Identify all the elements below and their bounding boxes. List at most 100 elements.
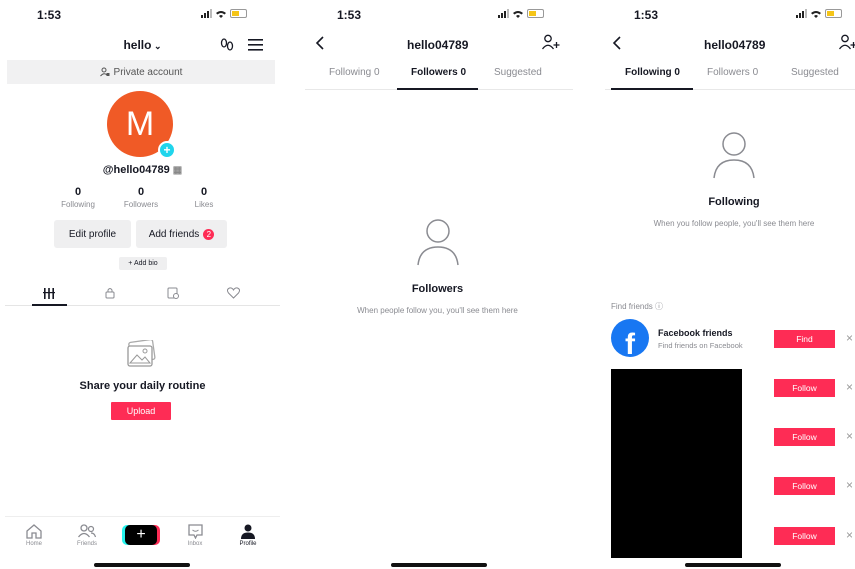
close-icon[interactable]: ×	[846, 380, 853, 394]
wifi-icon	[513, 10, 523, 18]
empty-state-subtitle: When you follow people, you'll see them …	[653, 219, 815, 228]
battery-icon	[527, 9, 544, 18]
tab-followers[interactable]: Followers 0	[411, 67, 466, 78]
repost-icon	[167, 287, 179, 299]
empty-state-subtitle: When people follow you, you'll see them …	[357, 306, 518, 315]
stat-followers[interactable]: 0 Followers	[111, 186, 171, 209]
facebook-icon: f	[611, 319, 649, 357]
nav-label: Home	[25, 541, 42, 547]
close-icon[interactable]: ×	[846, 528, 853, 542]
username-label: @hello04789	[102, 164, 170, 176]
tab-indicator	[32, 304, 67, 306]
home-indicator	[391, 563, 487, 567]
find-friends-header: Find friends ⓘ	[611, 301, 663, 312]
add-user-button[interactable]	[542, 34, 560, 50]
profile-screen: 1:53 hello ⌄ Private account M + @hello0…	[5, 0, 280, 569]
back-button[interactable]	[612, 36, 621, 55]
profile-icon	[241, 524, 255, 539]
stat-value: 0	[137, 186, 145, 198]
facebook-friends-subtitle: Find friends on Facebook	[658, 341, 743, 350]
chevron-left-icon	[612, 36, 621, 50]
follow-button[interactable]: Follow	[774, 527, 835, 545]
stat-following[interactable]: 0 Following	[48, 186, 108, 209]
stat-value: 0	[74, 186, 82, 198]
follow-button[interactable]: Follow	[774, 379, 835, 397]
nav-label: Profile	[239, 541, 257, 547]
battery-icon	[230, 9, 247, 18]
chevron-down-icon: ⌄	[151, 41, 162, 51]
following-screen: 1:53 hello04789 Following 0 Followers 0 …	[605, 0, 855, 569]
status-icons	[498, 9, 544, 18]
status-time: 1:53	[37, 8, 62, 22]
footprint-icon[interactable]	[219, 37, 235, 53]
create-button[interactable]: +	[125, 525, 157, 545]
tab-indicator	[611, 88, 693, 90]
notification-badge: 2	[203, 228, 215, 240]
upload-button[interactable]: Upload	[111, 402, 171, 420]
nav-label: Friends	[76, 541, 97, 547]
tab-liked[interactable]	[216, 284, 250, 302]
status-time: 1:53	[634, 8, 659, 22]
friends-icon	[78, 524, 96, 538]
nav-inbox[interactable]: Inbox	[175, 521, 215, 547]
add-bio-button[interactable]: + Add bio	[119, 257, 167, 270]
tab-followers[interactable]: Followers 0	[707, 67, 758, 78]
back-button[interactable]	[315, 36, 324, 55]
person-icon	[713, 132, 755, 179]
status-time: 1:53	[337, 8, 362, 22]
signal-icon	[201, 9, 212, 18]
tab-suggested[interactable]: Suggested	[791, 67, 839, 78]
status-icons	[796, 9, 842, 18]
home-indicator	[685, 563, 781, 567]
tab-videos[interactable]	[32, 284, 66, 302]
find-friends-label: Find friends	[611, 302, 653, 311]
home-indicator	[94, 563, 190, 567]
redacted-suggestions	[611, 369, 742, 558]
edit-profile-button[interactable]: Edit profile	[54, 220, 131, 248]
empty-state-title: Share your daily routine	[79, 380, 206, 392]
username: @hello04789 ▦	[5, 164, 280, 176]
follow-button[interactable]: Follow	[774, 428, 835, 446]
stat-likes[interactable]: 0 Likes	[174, 186, 234, 209]
nav-friends[interactable]: Friends	[67, 521, 107, 547]
tab-reposts[interactable]	[156, 284, 190, 302]
facebook-friends-title: Facebook friends	[658, 328, 733, 338]
empty-state-title: Followers	[411, 283, 464, 295]
lock-icon	[105, 288, 115, 299]
add-photo-button[interactable]: +	[158, 141, 176, 159]
close-icon[interactable]: ×	[846, 331, 853, 345]
home-icon	[26, 523, 42, 539]
nav-profile[interactable]: Profile	[228, 521, 268, 547]
tab-suggested[interactable]: Suggested	[494, 67, 542, 78]
find-button[interactable]: Find	[774, 330, 835, 348]
photos-icon	[127, 340, 156, 367]
add-user-button[interactable]	[839, 34, 855, 50]
info-icon[interactable]: ⓘ	[655, 302, 663, 311]
tab-following[interactable]: Following 0	[625, 67, 680, 78]
battery-icon	[825, 9, 842, 18]
page-title: hello04789	[407, 38, 469, 52]
stat-label: Followers	[123, 200, 159, 209]
add-friends-label: Add friends	[148, 228, 200, 240]
follow-button[interactable]: Follow	[774, 477, 835, 495]
private-account-label: Private account	[113, 66, 183, 78]
private-account-banner: Private account	[7, 60, 275, 84]
tab-private[interactable]	[93, 284, 127, 302]
tab-following[interactable]: Following 0	[329, 67, 380, 78]
account-name: hello	[123, 38, 152, 52]
nav-home[interactable]: Home	[14, 521, 54, 547]
signal-icon	[796, 9, 807, 18]
add-friends-button[interactable]: Add friends 2	[136, 220, 227, 248]
page-title: hello04789	[704, 38, 766, 52]
signal-icon	[498, 9, 509, 18]
close-icon[interactable]: ×	[846, 429, 853, 443]
menu-icon[interactable]	[248, 38, 263, 52]
close-icon[interactable]: ×	[846, 478, 853, 492]
account-switcher[interactable]: hello ⌄	[5, 38, 280, 52]
person-icon	[417, 219, 459, 266]
stat-label: Likes	[194, 200, 214, 209]
inbox-icon	[187, 523, 203, 539]
heart-icon	[226, 287, 240, 299]
qr-code-icon[interactable]: ▦	[173, 165, 182, 176]
status-icons	[201, 9, 247, 18]
